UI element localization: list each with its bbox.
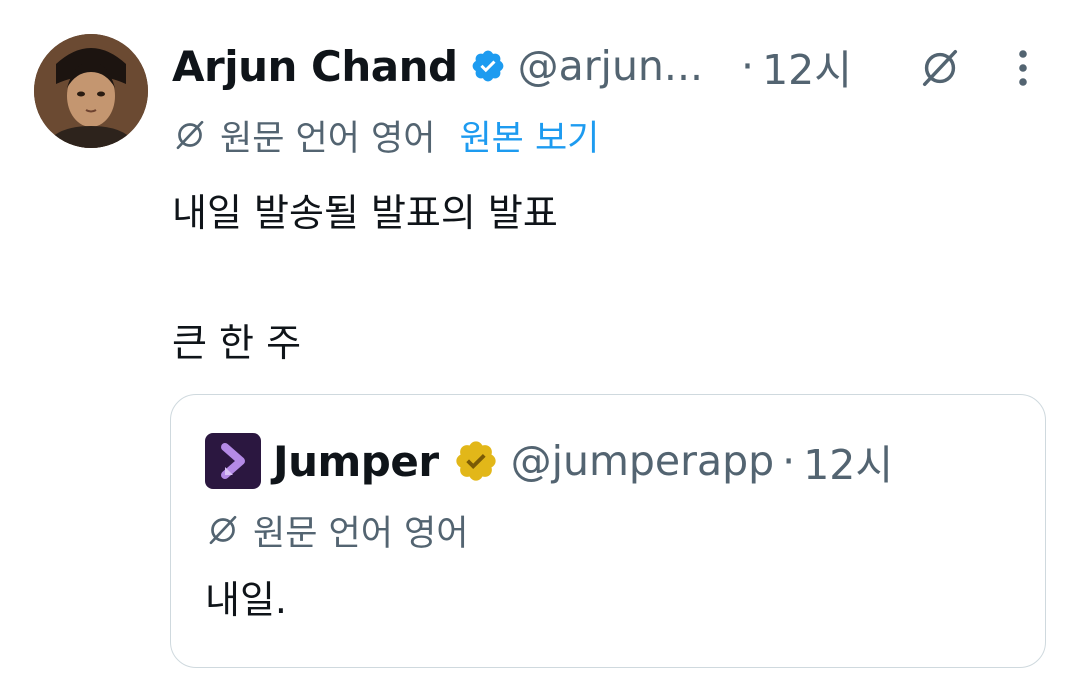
view-original-link[interactable]: 원본 보기 bbox=[459, 110, 599, 161]
author-name[interactable]: Arjun Chand bbox=[172, 42, 458, 91]
translation-label: 원문 언어 영어 bbox=[220, 118, 436, 159]
tweet-text-line2: 큰 한 주 bbox=[172, 321, 302, 365]
quoted-timestamp[interactable]: 12시 bbox=[803, 431, 893, 491]
quoted-separator-dot: · bbox=[782, 437, 796, 485]
tweet-header: Arjun Chand @arjun... · 12시 bbox=[172, 36, 852, 96]
translate-icon bbox=[205, 512, 241, 548]
quoted-header: Jumper @jumperapp · 12시 bbox=[205, 433, 893, 489]
more-vertical-icon[interactable] bbox=[1006, 44, 1040, 92]
separator-dot: · bbox=[741, 42, 755, 90]
translate-icon bbox=[172, 117, 208, 153]
avatar[interactable] bbox=[34, 34, 148, 148]
quoted-tweet[interactable]: Jumper @jumperapp · 12시 원문 언어 영어 내일. bbox=[170, 394, 1046, 668]
quoted-author-name[interactable]: Jumper bbox=[273, 437, 439, 486]
tweet-text-line1: 내일 발송될 발표의 발표 bbox=[172, 191, 558, 235]
verified-gold-badge-icon[interactable] bbox=[453, 438, 499, 484]
avatar-image bbox=[34, 34, 148, 148]
quoted-translation-label: 원문 언어 영어 bbox=[253, 513, 469, 554]
tweet: Arjun Chand @arjun... · 12시 원문 언어 영어 원본 … bbox=[0, 0, 1080, 690]
timestamp[interactable]: 12시 bbox=[762, 36, 852, 96]
translation-info: 원문 언어 영어 원본 보기 bbox=[172, 110, 599, 160]
quoted-tweet-text: 내일. bbox=[205, 578, 287, 622]
author-handle[interactable]: @arjun... bbox=[518, 42, 703, 90]
quoted-translation-info: 원문 언어 영어 bbox=[205, 505, 468, 555]
jumper-logo-icon[interactable] bbox=[205, 433, 261, 489]
verified-badge-icon[interactable] bbox=[470, 48, 506, 84]
quoted-author-handle[interactable]: @jumperapp bbox=[511, 437, 775, 485]
grok-icon[interactable] bbox=[916, 44, 964, 92]
